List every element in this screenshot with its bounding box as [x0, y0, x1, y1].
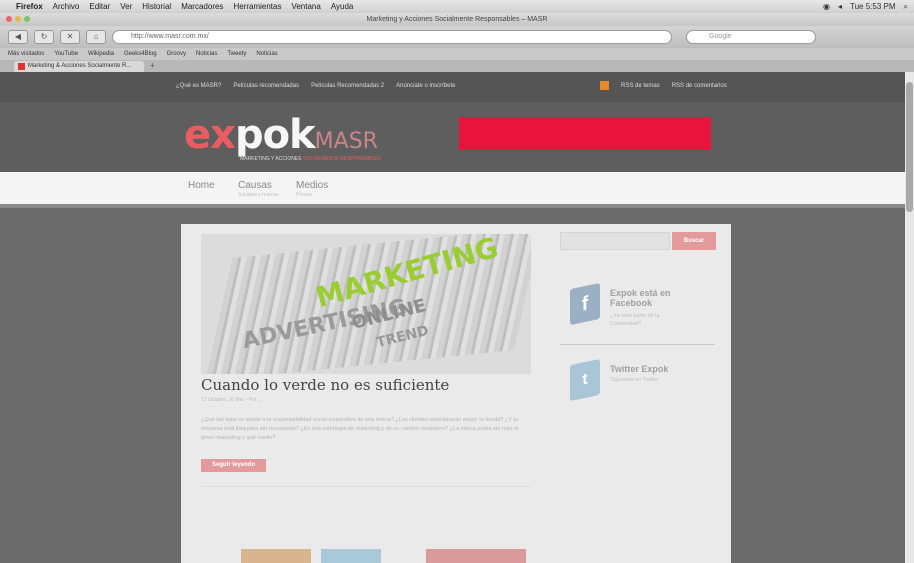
stop-button[interactable]: ✕ [60, 30, 80, 44]
bookmark-item[interactable]: Wikipedia [88, 51, 114, 57]
top-nav: ¿Qué es MASR? Películas recomendadas Pel… [0, 72, 905, 102]
spotlight-icon[interactable]: ⌕ [904, 2, 908, 12]
search-input[interactable]: Google [686, 30, 816, 44]
facebook-icon[interactable]: f [570, 282, 600, 326]
tab-active[interactable]: Marketing & Acciones Socialmente R... [14, 61, 144, 72]
main-nav: Home Causas Sociales y marcas Medios Pre… [0, 172, 905, 204]
web-page: ¿Qué es MASR? Películas recomendadas Pel… [0, 72, 905, 563]
post-title[interactable]: Cuando lo verde no es suficiente [201, 376, 449, 394]
top-link[interactable]: ¿Qué es MASR? [176, 83, 221, 89]
read-more-button[interactable]: Seguir leyendo [201, 459, 266, 472]
zoom-icon[interactable] [24, 16, 30, 22]
menu-historial[interactable]: Historial [142, 2, 171, 11]
sidebar-search-input[interactable] [560, 232, 670, 250]
top-link[interactable]: Anúnciate o inscríbete [396, 83, 455, 89]
new-tab-button[interactable]: + [150, 61, 155, 70]
rss-icon[interactable] [600, 81, 609, 90]
minimize-icon[interactable] [15, 16, 21, 22]
nav-causas[interactable]: Causas Sociales y marcas [238, 180, 279, 198]
os-menubar: Firefox Archivo Editar Ver Historial Mar… [0, 0, 914, 13]
twitter-title: Twitter Expok [610, 364, 669, 374]
nav-label: Home [188, 180, 215, 191]
home-button[interactable]: ⌂ [86, 30, 106, 44]
favicon-icon [18, 63, 25, 70]
tagline-main: MARKETING Y ACCIONES [240, 156, 302, 162]
menu-firefox[interactable]: Firefox [16, 2, 43, 11]
site-tagline: MARKETING Y ACCIONES SOCIALMENTE RESPONS… [240, 156, 381, 162]
bookmarks-bar: Más visitados YouTube Wikipedia Geeks4Bl… [0, 48, 914, 60]
nav-home[interactable]: Home [188, 180, 215, 192]
logo-pok: pok [234, 112, 316, 158]
rss-link[interactable]: RSS de comentarios [672, 83, 727, 89]
sidebar-divider [560, 344, 715, 345]
top-link[interactable]: Películas Recomendadas 2 [311, 83, 384, 89]
menu-ventana[interactable]: Ventana [291, 2, 320, 11]
facebook-title: Expok está en Facebook [610, 288, 671, 308]
back-button[interactable]: ◀ [8, 30, 28, 44]
bookmark-item[interactable]: Noticias [256, 51, 277, 57]
facebook-widget[interactable]: f Expok está en Facebook ¿Ya eres parte … [560, 280, 720, 340]
logo-masr: MASR [314, 129, 378, 154]
bookmark-item[interactable]: Groovy [167, 51, 186, 57]
thumb-image[interactable] [426, 549, 526, 563]
bookmark-item[interactable]: Más visitados [8, 51, 44, 57]
twitter-widget[interactable]: t Twitter Expok Síguenos en Twitter [560, 356, 720, 416]
twitter-icon[interactable]: t [570, 358, 600, 402]
nav-sub: Sociales y marcas [238, 192, 279, 198]
reload-button[interactable]: ↻ [34, 30, 54, 44]
wifi-icon[interactable]: ◉ [823, 2, 830, 12]
close-icon[interactable] [6, 16, 12, 22]
bookmark-item[interactable]: Tweety [227, 51, 246, 57]
post-image[interactable]: MARKETING ADVERTISING ONLINE TREND [201, 234, 531, 374]
volume-icon[interactable]: ◂ [838, 2, 842, 12]
post-meta: 17 Octubre, 10 Mar • Por ... [201, 397, 262, 403]
thumb-image[interactable] [321, 549, 381, 563]
tab-title: Marketing & Acciones Socialmente R... [28, 63, 132, 69]
post-excerpt: ¿Qué tan lejos se puede ir la responsabi… [201, 417, 519, 441]
bookmark-item[interactable]: YouTube [54, 51, 78, 57]
facebook-sub: ¿Ya eres parte de la Comunidad? [610, 313, 660, 327]
sidebar-search-button[interactable]: Buscar [672, 232, 716, 250]
url-input[interactable]: http://www.masr.com.mx/ [112, 30, 672, 44]
rss-link[interactable]: RSS de temas [621, 83, 660, 89]
site-logo[interactable]: expokMASR [184, 112, 378, 158]
next-post-thumbs [201, 549, 531, 563]
tagline-accent: SOCIALMENTE RESPONSABLES [302, 156, 381, 162]
top-link[interactable]: Películas recomendadas [233, 83, 299, 89]
menu-editar[interactable]: Editar [89, 2, 110, 11]
menu-herramientas[interactable]: Herramientas [233, 2, 281, 11]
menu-ayuda[interactable]: Ayuda [331, 2, 354, 11]
nav-medios[interactable]: Medios Prensa [296, 180, 328, 198]
bookmark-item[interactable]: Noticias [196, 51, 217, 57]
thumb-image[interactable] [241, 549, 311, 563]
twitter-sub: Síguenos en Twitter [610, 377, 659, 383]
menu-ver[interactable]: Ver [120, 2, 132, 11]
nav-label: Medios [296, 180, 329, 191]
browser-toolbar: ◀ ↻ ✕ ⌂ http://www.masr.com.mx/ Google [0, 26, 914, 48]
nav-label: Causas [238, 180, 272, 191]
scrollbar-thumb[interactable] [906, 82, 913, 212]
tab-strip: Marketing & Acciones Socialmente R... + [0, 60, 914, 72]
nav-shadow [0, 204, 905, 208]
bookmark-item[interactable]: Geeks4Blog [124, 51, 157, 57]
window-titlebar: Marketing y Acciones Socialmente Respons… [0, 13, 914, 26]
page-scrollbar[interactable] [905, 72, 914, 563]
ad-banner[interactable] [459, 117, 711, 150]
clock[interactable]: Tue 5:53 PM [850, 2, 896, 12]
post-divider [201, 486, 531, 487]
main-content: MARKETING ADVERTISING ONLINE TREND Cuand… [181, 224, 731, 563]
window-title: Marketing y Acciones Socialmente Respons… [366, 16, 548, 23]
logo-ex: ex [184, 112, 236, 158]
menu-archivo[interactable]: Archivo [53, 2, 80, 11]
nav-sub: Prensa [296, 192, 312, 198]
site-header: expokMASR MARKETING Y ACCIONES SOCIALMEN… [0, 102, 905, 172]
menu-marcadores[interactable]: Marcadores [181, 2, 223, 11]
